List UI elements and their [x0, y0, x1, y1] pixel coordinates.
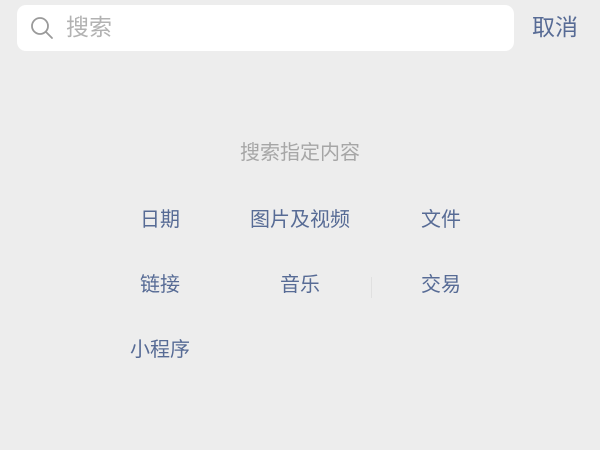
search-input[interactable]	[66, 15, 486, 41]
section-title: 搜索指定内容	[240, 140, 360, 164]
filter-date[interactable]: 日期	[140, 205, 180, 233]
search-bar[interactable]	[17, 5, 514, 51]
filter-transactions[interactable]: 交易	[421, 270, 461, 298]
filter-mini-programs[interactable]: 小程序	[130, 335, 190, 363]
divider	[371, 277, 372, 298]
filter-files[interactable]: 文件	[421, 205, 461, 233]
filter-music[interactable]: 音乐	[280, 270, 320, 298]
filter-links[interactable]: 链接	[140, 270, 180, 298]
search-icon	[30, 16, 54, 40]
cancel-button[interactable]: 取消	[532, 13, 578, 43]
filter-images-videos[interactable]: 图片及视频	[250, 205, 350, 233]
